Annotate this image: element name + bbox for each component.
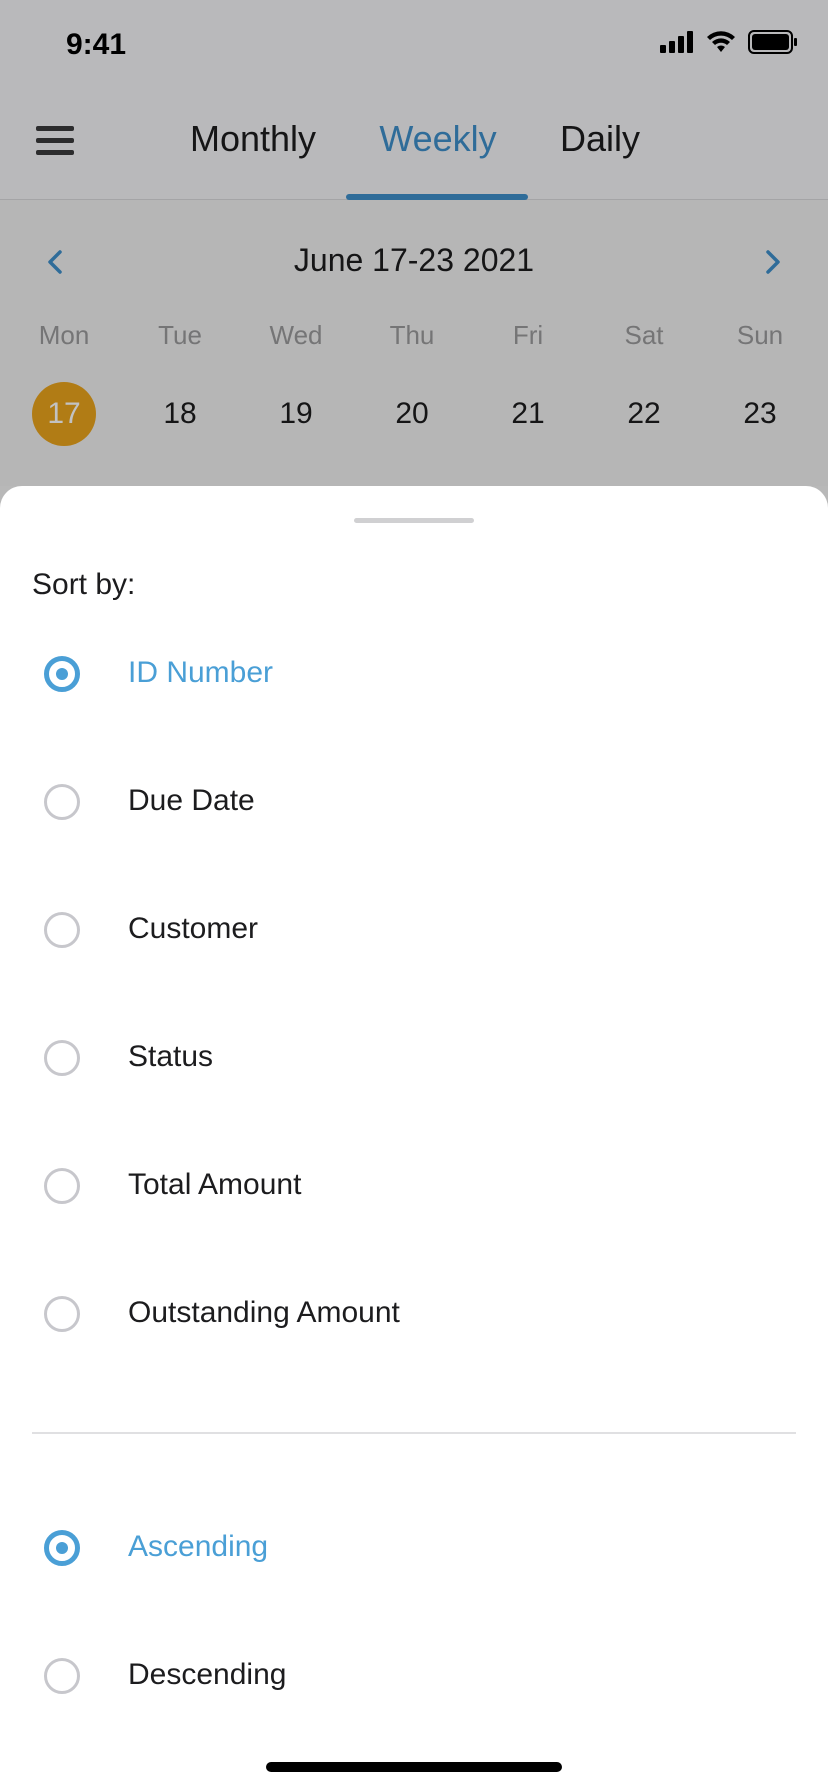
sort-option-label: Due Date: [128, 784, 255, 817]
sort-option-outstanding-amount[interactable]: Outstanding Amount: [0, 1264, 828, 1364]
radio-button[interactable]: [44, 1658, 80, 1694]
sort-bottom-sheet: Sort by: ID Number Due Date Customer Sta…: [0, 486, 828, 1792]
radio-button[interactable]: [44, 1040, 80, 1076]
sort-option-due-date[interactable]: Due Date: [0, 752, 828, 852]
sort-by-title: Sort by:: [32, 568, 136, 601]
order-option-label: Ascending: [128, 1530, 269, 1563]
sort-option-label: Outstanding Amount: [128, 1296, 400, 1329]
radio-button[interactable]: [44, 1168, 80, 1204]
radio-button-checked[interactable]: [44, 1530, 80, 1566]
sort-option-label: Customer: [128, 912, 259, 945]
sort-option-label: Total Amount: [128, 1168, 302, 1201]
home-indicator: [266, 1762, 562, 1772]
order-option-ascending[interactable]: Ascending: [0, 1498, 828, 1598]
sort-option-label: ID Number: [128, 656, 274, 689]
sort-option-status[interactable]: Status: [0, 1008, 828, 1108]
radio-button[interactable]: [44, 912, 80, 948]
section-divider: [32, 1432, 796, 1434]
sort-option-customer[interactable]: Customer: [0, 880, 828, 980]
order-option-descending[interactable]: Descending: [0, 1626, 828, 1726]
order-option-label: Descending: [128, 1658, 287, 1691]
sort-option-label: Status: [128, 1040, 214, 1073]
radio-button-checked[interactable]: [44, 656, 80, 692]
sheet-grabber-handle[interactable]: [354, 518, 474, 523]
sort-option-id-number[interactable]: ID Number: [0, 624, 828, 724]
sort-option-total-amount[interactable]: Total Amount: [0, 1136, 828, 1236]
radio-button[interactable]: [44, 784, 80, 820]
radio-button[interactable]: [44, 1296, 80, 1332]
